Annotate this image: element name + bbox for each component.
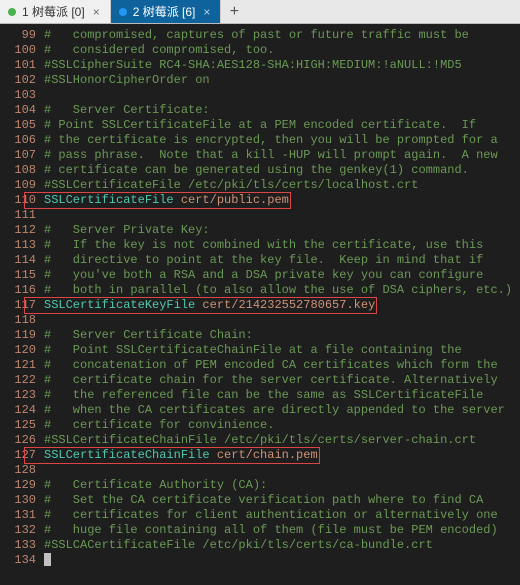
line-number: 120 (0, 343, 36, 358)
line-number: 122 (0, 373, 36, 388)
line-number: 103 (0, 88, 36, 103)
line-number: 129 (0, 478, 36, 493)
code-line[interactable]: # Point SSLCertificateFile at a PEM enco… (44, 118, 520, 133)
code-line[interactable] (44, 553, 520, 568)
text-cursor (44, 553, 51, 566)
line-number: 108 (0, 163, 36, 178)
line-number: 121 (0, 358, 36, 373)
line-number: 102 (0, 73, 36, 88)
line-number: 100 (0, 43, 36, 58)
add-tab-button[interactable]: + (221, 0, 247, 23)
code-line[interactable]: SSLCertificateFile cert/public.pem (44, 193, 520, 208)
code-line[interactable] (44, 313, 520, 328)
code-editor[interactable]: 9910010110210310410510610710810911011111… (0, 24, 520, 585)
line-number-gutter: 9910010110210310410510610710810911011111… (0, 24, 44, 585)
tab-2[interactable]: 2 树莓派 [6] × (111, 0, 222, 23)
code-line[interactable]: #SSLCipherSuite RC4-SHA:AES128-SHA:HIGH:… (44, 58, 520, 73)
code-line[interactable]: # concatenation of PEM encoded CA certif… (44, 358, 520, 373)
code-line[interactable]: # certificates for client authentication… (44, 508, 520, 523)
tab-label: 1 树莓派 [0] (22, 3, 85, 20)
code-line[interactable]: # the referenced file can be the same as… (44, 388, 520, 403)
code-line[interactable]: # Certificate Authority (CA): (44, 478, 520, 493)
line-number: 125 (0, 418, 36, 433)
line-number: 128 (0, 463, 36, 478)
close-icon[interactable]: × (91, 5, 102, 19)
line-number: 99 (0, 28, 36, 43)
code-line[interactable]: # huge file containing all of them (file… (44, 523, 520, 538)
line-number: 117 (0, 298, 36, 313)
line-number: 119 (0, 328, 36, 343)
code-line[interactable]: #SSLCACertificateFile /etc/pki/tls/certs… (44, 538, 520, 553)
code-line[interactable]: # considered compromised, too. (44, 43, 520, 58)
line-number: 112 (0, 223, 36, 238)
tab-label: 2 树莓派 [6] (133, 3, 196, 20)
line-number: 132 (0, 523, 36, 538)
code-line[interactable]: # Set the CA certificate verification pa… (44, 493, 520, 508)
code-line[interactable]: # you've both a RSA and a DSA private ke… (44, 268, 520, 283)
line-number: 114 (0, 253, 36, 268)
code-line[interactable]: # certificate can be generated using the… (44, 163, 520, 178)
code-line[interactable]: # directive to point at the key file. Ke… (44, 253, 520, 268)
code-line[interactable]: # Server Private Key: (44, 223, 520, 238)
code-line[interactable]: # both in parallel (to also allow the us… (44, 283, 520, 298)
line-number: 101 (0, 58, 36, 73)
line-number: 106 (0, 133, 36, 148)
code-line[interactable]: SSLCertificateChainFile cert/chain.pem (44, 448, 520, 463)
line-number: 116 (0, 283, 36, 298)
line-number: 123 (0, 388, 36, 403)
line-number: 111 (0, 208, 36, 223)
line-number: 107 (0, 148, 36, 163)
modified-dot-icon (119, 8, 127, 16)
code-line[interactable]: #SSLCertificateChainFile /etc/pki/tls/ce… (44, 433, 520, 448)
code-line[interactable]: # compromised, captures of past or futur… (44, 28, 520, 43)
line-number: 131 (0, 508, 36, 523)
close-icon[interactable]: × (201, 5, 212, 19)
code-line[interactable]: # If the key is not combined with the ce… (44, 238, 520, 253)
code-line[interactable] (44, 88, 520, 103)
line-number: 104 (0, 103, 36, 118)
code-area[interactable]: # compromised, captures of past or futur… (44, 24, 520, 585)
code-line[interactable]: # certificate for convinience. (44, 418, 520, 433)
plus-icon: + (230, 3, 240, 21)
code-line[interactable]: SSLCertificateKeyFile cert/2142325527806… (44, 298, 520, 313)
code-line[interactable]: # Point SSLCertificateChainFile at a fil… (44, 343, 520, 358)
code-line[interactable]: #SSLHonorCipherOrder on (44, 73, 520, 88)
code-line[interactable] (44, 208, 520, 223)
line-number: 124 (0, 403, 36, 418)
line-number: 105 (0, 118, 36, 133)
line-number: 127 (0, 448, 36, 463)
tab-1[interactable]: 1 树莓派 [0] × (0, 0, 111, 23)
line-number: 134 (0, 553, 36, 568)
line-number: 130 (0, 493, 36, 508)
line-number: 126 (0, 433, 36, 448)
code-line[interactable]: # pass phrase. Note that a kill -HUP wil… (44, 148, 520, 163)
code-line[interactable]: # the certificate is encrypted, then you… (44, 133, 520, 148)
code-line[interactable] (44, 463, 520, 478)
code-line[interactable]: # certificate chain for the server certi… (44, 373, 520, 388)
line-number: 133 (0, 538, 36, 553)
code-line[interactable]: # when the CA certificates are directly … (44, 403, 520, 418)
code-line[interactable]: # Server Certificate Chain: (44, 328, 520, 343)
line-number: 110 (0, 193, 36, 208)
modified-dot-icon (8, 8, 16, 16)
line-number: 118 (0, 313, 36, 328)
line-number: 113 (0, 238, 36, 253)
line-number: 109 (0, 178, 36, 193)
code-line[interactable]: # Server Certificate: (44, 103, 520, 118)
code-line[interactable]: #SSLCertificateFile /etc/pki/tls/certs/l… (44, 178, 520, 193)
tab-bar: 1 树莓派 [0] × 2 树莓派 [6] × + (0, 0, 520, 24)
line-number: 115 (0, 268, 36, 283)
